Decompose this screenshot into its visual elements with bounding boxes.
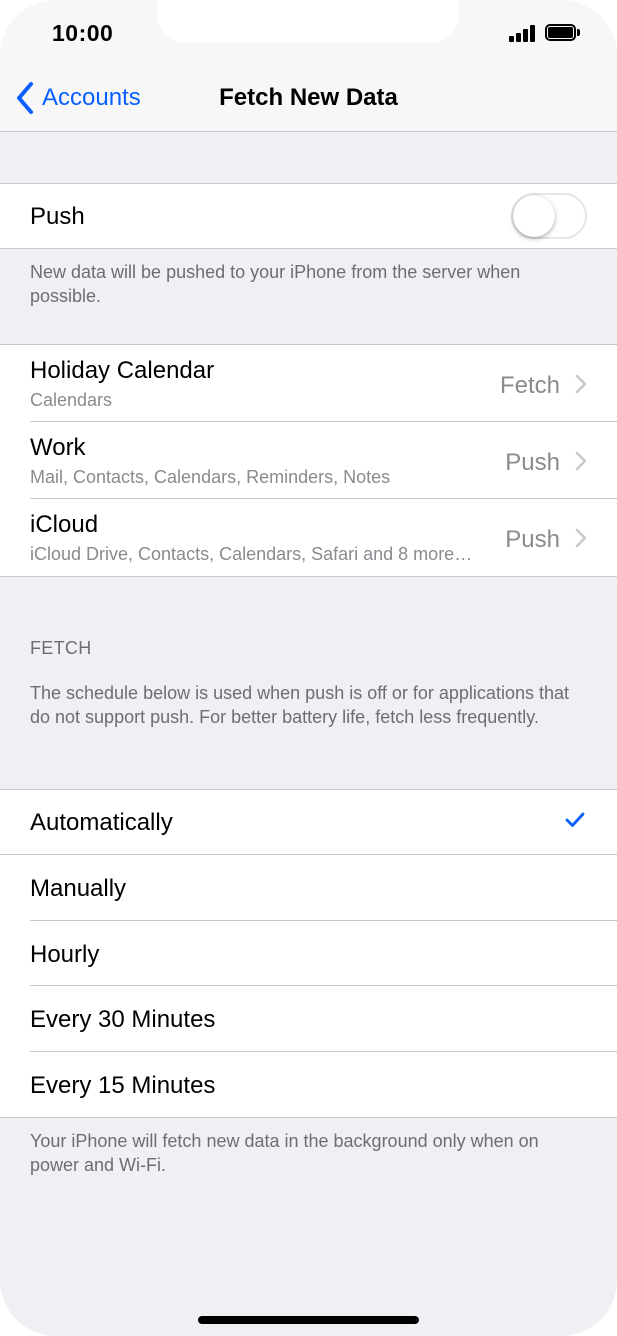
fetch-option-label: Automatically xyxy=(30,809,173,836)
status-bar: 10:00 xyxy=(0,0,617,62)
navigation-bar: Fetch New Data Accounts xyxy=(0,62,617,132)
back-button-label: Accounts xyxy=(42,84,141,111)
push-toggle[interactable] xyxy=(511,193,587,239)
home-indicator[interactable] xyxy=(198,1316,419,1324)
push-label: Push xyxy=(30,203,85,230)
status-time: 10:00 xyxy=(52,20,114,46)
account-subtitle: Mail, Contacts, Calendars, Reminders, No… xyxy=(30,467,391,487)
device-notch xyxy=(157,0,459,43)
chevron-right-icon xyxy=(575,451,587,471)
account-fetch-mode: Push xyxy=(505,526,560,553)
account-row-icloud[interactable]: iCloud iCloud Drive, Contacts, Calendars… xyxy=(0,499,617,576)
push-row: Push xyxy=(0,184,617,248)
account-fetch-mode: Fetch xyxy=(499,372,560,399)
fetch-footer-text: Your iPhone will fetch new data in the b… xyxy=(30,1131,539,1175)
cellular-signal-icon xyxy=(509,25,537,42)
chevron-right-icon xyxy=(575,528,587,548)
fetch-option-every-30-minutes[interactable]: Every 30 Minutes xyxy=(0,986,617,1052)
account-subtitle: iCloud Drive, Contacts, Calendars, Safar… xyxy=(30,544,473,564)
fetch-option-every-15-minutes[interactable]: Every 15 Minutes xyxy=(0,1052,617,1117)
fetch-option-hourly[interactable]: Hourly xyxy=(0,921,617,986)
account-subtitle: Calendars xyxy=(30,390,113,410)
fetch-option-label: Every 15 Minutes xyxy=(30,1072,216,1099)
push-group: Push xyxy=(0,183,617,249)
checkmark-icon xyxy=(565,812,585,827)
account-title: Work xyxy=(30,434,86,461)
account-title: Holiday Calendar xyxy=(30,357,215,384)
chevron-right-icon xyxy=(575,374,587,394)
back-button[interactable]: Accounts xyxy=(14,80,141,116)
accounts-group: Holiday Calendar Calendars Fetch Work Ma… xyxy=(0,344,617,577)
phone-screen: 10:00 Fetch New Data Accounts Push New d… xyxy=(0,0,617,1336)
fetch-option-manually[interactable]: Manually xyxy=(0,855,617,921)
fetch-option-label: Manually xyxy=(30,875,127,902)
account-row-holiday-calendar[interactable]: Holiday Calendar Calendars Fetch xyxy=(0,345,617,422)
account-fetch-mode: Push xyxy=(505,449,560,476)
fetch-option-label: Every 30 Minutes xyxy=(30,1006,216,1033)
push-footer-text: New data will be pushed to your iPhone f… xyxy=(30,262,521,306)
fetch-option-label: Hourly xyxy=(30,941,100,968)
fetch-option-automatically[interactable]: Automatically xyxy=(0,790,617,854)
fetch-options-group: Manually Hourly Every 30 Minutes Every 1… xyxy=(0,855,617,1118)
fetch-section-header: FETCH xyxy=(30,638,92,658)
chevron-left-icon xyxy=(17,82,33,114)
toggle-knob xyxy=(513,195,555,237)
account-title: iCloud xyxy=(30,511,99,538)
account-row-work[interactable]: Work Mail, Contacts, Calendars, Reminder… xyxy=(0,422,617,499)
battery-full-icon xyxy=(545,24,580,41)
fetch-selected-group: Automatically xyxy=(0,789,617,855)
fetch-description: The schedule below is used when push is … xyxy=(30,683,569,727)
